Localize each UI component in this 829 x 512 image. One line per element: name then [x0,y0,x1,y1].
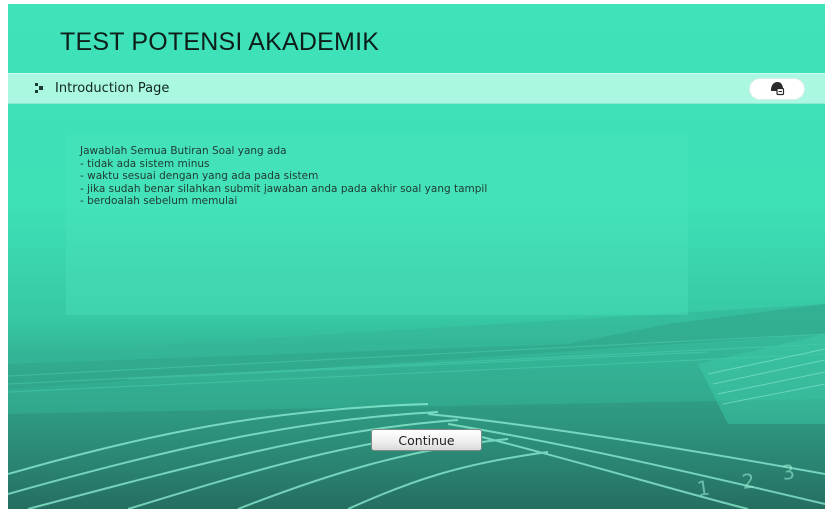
page-bar: Introduction Page [8,73,825,104]
page-title: Introduction Page [55,81,170,96]
instruction-line: - waktu sesuai dengan yang ada pada sist… [80,170,319,183]
instruction-line: Jawablah Semua Butiran Soal yang ada [80,145,287,157]
instruction-line: - tidak ada sistem minus [80,157,210,170]
instructions-text: Jawablah Semua Butiran Soal yang ada - t… [80,145,487,208]
bullet-icon [35,83,43,93]
helmet-icon [771,82,785,96]
helmet-button[interactable] [749,78,805,100]
app-title: TEST POTENSI AKADEMIK [60,28,380,56]
instruction-line: - berdoalah sebelum memulai [80,195,238,208]
app-window: 1 2 3 TEST POTENSI AKADEMIK Introduction… [8,4,825,509]
continue-button[interactable]: Continue [371,429,482,451]
instruction-line: - jika sudah benar silahkan submit jawab… [80,182,488,195]
app-header: TEST POTENSI AKADEMIK [8,4,825,72]
